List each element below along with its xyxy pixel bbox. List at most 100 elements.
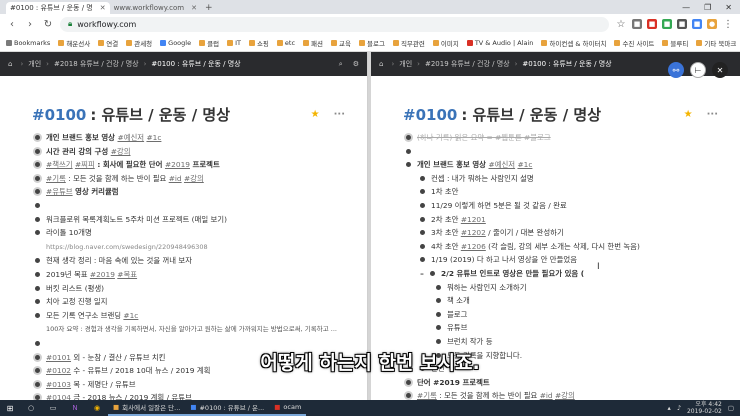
network-icon[interactable]: ▴ xyxy=(668,404,671,412)
bullet-icon[interactable] xyxy=(427,267,437,276)
close-window-button[interactable]: ✕ xyxy=(725,3,732,12)
bullet-icon[interactable] xyxy=(32,213,42,222)
search-icon[interactable]: ⌕ xyxy=(339,60,343,69)
item-content[interactable]: (하나 기록) 읽은 요약 = #웹툰론 #블로그 xyxy=(413,131,551,145)
item-content[interactable]: 1차 초안 xyxy=(427,185,458,199)
bookmark-item[interactable]: etc xyxy=(276,39,295,47)
item-content[interactable]: 치아 교정 진행 일지 xyxy=(42,295,107,309)
item-content[interactable]: #기록 : 모든 것을 함께 하는 반이 필요 #id #강의 xyxy=(413,389,575,400)
bookmark-item[interactable]: 쇼핑 xyxy=(248,38,269,48)
clock[interactable]: 오후 4:42 2019-02-02 xyxy=(687,401,722,415)
item-content[interactable]: 블로그 xyxy=(443,308,467,322)
bullet-icon[interactable] xyxy=(417,185,427,195)
item-content[interactable]: 2차 초안 #1201 xyxy=(427,213,486,227)
settings-icon[interactable]: ⚙ xyxy=(353,60,359,68)
tag-link[interactable]: #1c xyxy=(123,311,138,320)
item-content[interactable]: 100자 요약 : 경험과 생각을 기록하면서, 자신을 알아가고 원하는 삶에… xyxy=(42,322,337,337)
item-content[interactable]: 컨셉 : 내가 뭐하는 사람인지 설명 xyxy=(427,172,534,186)
close-tab-icon[interactable]: ✕ xyxy=(191,4,197,12)
bullet-icon[interactable] xyxy=(403,389,413,399)
tag-link[interactable]: #목표 xyxy=(117,270,137,279)
tag-link[interactable]: #강의 xyxy=(111,147,131,156)
list-item[interactable]: #기록 : 모든 것을 함께 하는 반이 필요 #id #강의 xyxy=(32,172,367,186)
item-content[interactable]: #책쓰기 #찌피 : 회사에 필요한 단어 #2019 프로젝트 xyxy=(42,158,220,172)
item-content[interactable]: 3차 초안 #1202 / 줄이기 / 대본 완성하기 xyxy=(427,226,564,240)
bookmark-item[interactable]: 수진 사이트 xyxy=(614,38,654,48)
item-content[interactable]: #유튜브 영상 커리큘럼 xyxy=(42,185,119,199)
list-item[interactable]: 100자 요약 : 경험과 생각을 기록하면서, 자신을 알아가고 원하는 삶에… xyxy=(32,322,367,337)
item-content[interactable]: https://blog.naver.com/swedesign/2209484… xyxy=(42,240,208,255)
list-item[interactable]: 워크플로위 목록계획노트 5주차 미션 프로젝트 (매일 보기) xyxy=(32,213,367,227)
list-item[interactable]: – 2/2 유튜브 인트로 영상은 만들 필요가 있음 ( xyxy=(403,267,740,281)
list-item[interactable]: 1/19 (2019) 다 하고 나서 영상을 안 만들었음 xyxy=(403,253,740,267)
bullet-icon[interactable] xyxy=(32,158,42,168)
item-content[interactable]: 단어 #2019 프로젝트 xyxy=(413,376,490,390)
item-content[interactable]: 모든 기록 연구소 브랜딩 #1c xyxy=(42,309,138,323)
extension-icon[interactable]: ■ xyxy=(677,19,687,29)
list-item[interactable]: 뭐하는 사람인지 소개하기 xyxy=(403,281,740,295)
item-content[interactable]: #기록 : 모든 것을 함께 하는 반이 필요 #id #강의 xyxy=(42,172,204,186)
taskbar-app[interactable]: ■ #0100 : 유튜브 / 운... xyxy=(185,400,270,416)
list-item[interactable]: 치아 교정 진행 일지 xyxy=(32,295,367,309)
item-content[interactable]: 책 소개 xyxy=(443,294,470,308)
bookmark-item[interactable]: 연결 xyxy=(98,38,118,48)
onenote-icon[interactable]: N xyxy=(64,400,86,416)
bookmark-item[interactable]: 이미지 xyxy=(432,38,459,48)
bullet-icon[interactable] xyxy=(32,337,42,346)
bullet-icon[interactable] xyxy=(32,391,42,400)
list-item[interactable]: https://blog.naver.com/swedesign/2209484… xyxy=(32,240,367,255)
bookmark-star-icon[interactable]: ☆ xyxy=(615,19,627,30)
item-content[interactable]: 개인 브랜드 홍보 영상 #예신저 #1c xyxy=(42,131,161,145)
bullet-icon[interactable] xyxy=(417,226,427,236)
list-item[interactable]: 개인 브랜드 홍보 영상 #예신저 #1c xyxy=(403,158,740,172)
list-item[interactable]: 2019년 목표 #2019 #목표 xyxy=(32,268,367,282)
list-item[interactable]: 유튜브 xyxy=(403,321,740,335)
item-content[interactable]: 2/2 유튜브 인트로 영상은 만들 필요가 있음 ( xyxy=(437,267,584,281)
bookmark-item[interactable]: 클럽 xyxy=(199,38,219,48)
bullet-icon[interactable] xyxy=(433,321,443,331)
extension-icon[interactable]: ■ xyxy=(662,19,672,29)
breadcrumb-item[interactable]: #2018 유튜브 / 건강 / 명상 xyxy=(54,59,139,69)
item-content[interactable]: 시간 관리 강의 구성 #강의 xyxy=(42,145,131,159)
tag-link[interactable]: #1206 xyxy=(461,242,486,251)
item-content[interactable]: 1/19 (2019) 다 하고 나서 영상을 안 만들었음 xyxy=(427,253,577,267)
bullet-icon[interactable] xyxy=(433,294,443,304)
item-content[interactable]: 4차 초안 #1206 (각 슬림, 강의 세부 소개는 삭제, 다시 한번 녹… xyxy=(427,240,640,254)
list-item[interactable]: 11/29 이렇게 하면 5분은 될 것 같음 / 완료 xyxy=(403,199,740,213)
list-item[interactable]: #0103 목 - 제명단 / 유튜브 xyxy=(32,378,367,392)
list-item[interactable]: 브런치 작가 등 xyxy=(403,335,740,349)
bullet-icon[interactable] xyxy=(433,281,443,290)
close-tab-icon[interactable]: ✕ xyxy=(100,4,106,12)
star-icon[interactable]: ★ xyxy=(684,109,693,120)
link-icon[interactable]: ⚯ xyxy=(668,62,684,78)
bullet-icon[interactable] xyxy=(32,309,42,318)
tag-link[interactable]: #예신저 xyxy=(118,133,145,142)
list-item[interactable]: 컨셉 : 내가 뭐하는 사람인지 설명 xyxy=(403,172,740,186)
chrome-icon[interactable]: ◉ xyxy=(86,400,108,416)
item-content[interactable]: 현재 생각 정리 : 마음 속에 있는 것을 꺼내 보자 xyxy=(42,254,192,268)
bookmark-item[interactable]: 블로그 xyxy=(358,38,385,48)
title-tag[interactable]: #0100 xyxy=(32,106,86,124)
extension-icon[interactable]: ■ xyxy=(632,19,642,29)
tag-link[interactable]: #id xyxy=(169,174,182,183)
other-bookmarks[interactable]: 기타 북마크 xyxy=(696,38,736,48)
more-icon[interactable]: ··· xyxy=(334,109,345,120)
item-content[interactable]: 개인 브랜드 홍보 영상 #예신저 #1c xyxy=(413,158,532,172)
bullet-icon[interactable] xyxy=(403,376,413,385)
bullet-icon[interactable] xyxy=(417,213,427,222)
page-title[interactable]: #0100 : 유튜브 / 운동 / 명상 ★ ··· xyxy=(32,104,367,125)
home-icon[interactable]: ⌂ xyxy=(379,60,383,68)
list-item[interactable] xyxy=(32,199,367,213)
item-content[interactable]: 유튜브 xyxy=(443,321,467,335)
item-content[interactable]: 브런치 작가 등 xyxy=(443,335,493,349)
bullet-icon[interactable] xyxy=(433,335,443,344)
bookmark-item[interactable]: 패션 xyxy=(303,38,323,48)
list-item[interactable]: #유튜브 영상 커리큘럼 xyxy=(32,185,367,199)
list-item[interactable]: (하나 기록) 읽은 요약 = #웹툰론 #블로그 xyxy=(403,131,740,145)
minimize-button[interactable]: — xyxy=(682,3,690,12)
breadcrumb-item[interactable]: 개인 xyxy=(28,59,41,69)
list-item[interactable]: 4차 초안 #1206 (각 슬림, 강의 세부 소개는 삭제, 다시 한번 녹… xyxy=(403,240,740,254)
maximize-button[interactable]: ❐ xyxy=(704,3,711,12)
home-icon[interactable]: ⌂ xyxy=(8,60,12,68)
notification-icon[interactable]: ▢ xyxy=(728,404,734,412)
